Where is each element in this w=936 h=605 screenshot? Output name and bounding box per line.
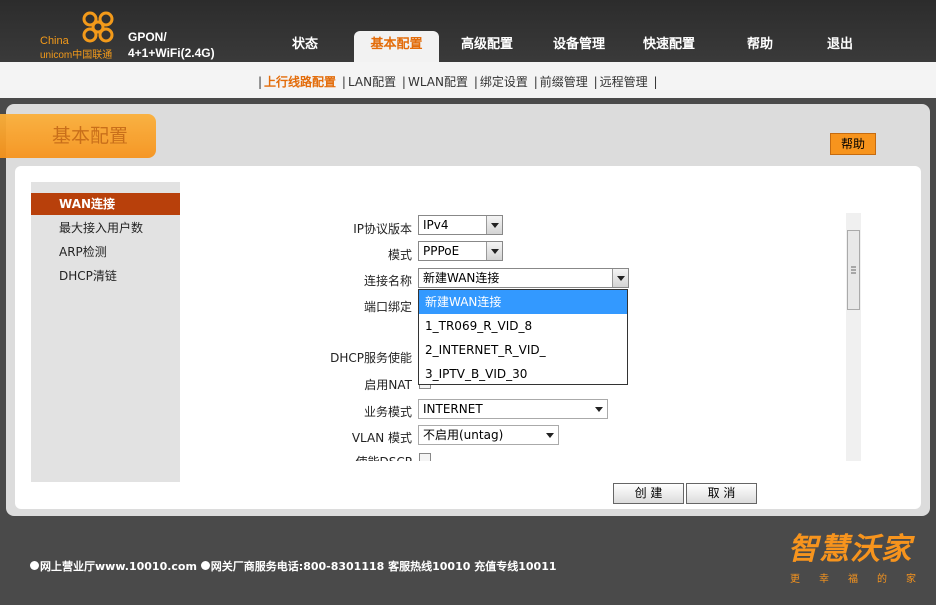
subnav-separator: | <box>341 75 346 89</box>
mode-label: 模式 <box>387 248 412 262</box>
connection-name-label: 连接名称 <box>363 274 412 288</box>
nav-help[interactable]: 帮助 <box>740 31 780 62</box>
dropdown-option[interactable]: 1_TR069_R_VID_8 <box>419 314 627 338</box>
dropdown-option[interactable]: 2_INTERNET_R_VID_ <box>419 338 627 362</box>
connection-name-select[interactable]: 新建WAN连接 <box>418 268 629 288</box>
enable-dscp-checkbox[interactable] <box>419 453 431 461</box>
nav-basic-config[interactable]: 基本配置 <box>354 31 439 62</box>
nav-device-management[interactable]: 设备管理 <box>544 31 614 62</box>
subnav-separator: | <box>401 75 406 89</box>
bullet-icon <box>30 561 39 570</box>
unicom-logo: China unicom中国联通 <box>38 8 122 61</box>
port-binding-label: 端口绑定 <box>363 300 412 314</box>
service-mode-value: INTERNET <box>423 402 483 416</box>
unicom-knot-icon <box>82 11 114 43</box>
dropdown-option[interactable]: 3_IPTV_B_VID_30 <box>419 362 627 386</box>
footer-info: 网上营业厅www.10010.com 网关厂商服务电话:800-8301118 … <box>30 558 557 574</box>
enable-dscp-label: 使能DSCP <box>292 453 412 461</box>
subnav-prefix-management[interactable]: 前缀管理 <box>540 75 588 89</box>
chevron-down-icon[interactable] <box>486 216 502 234</box>
nav-status[interactable]: 状态 <box>280 31 330 62</box>
dhcp-server-label: DHCP服务使能 <box>330 351 412 365</box>
nav-quick-config[interactable]: 快速配置 <box>634 31 704 62</box>
brand-logo: 智慧沃家 更幸福的家 <box>786 524 924 590</box>
logo-unicom-text: unicom中国联通 <box>40 50 113 61</box>
menu-wan-connection[interactable]: WAN连接 <box>31 193 180 215</box>
product-line1: GPON/ <box>128 30 167 44</box>
vlan-mode-label: VLAN 模式 <box>351 431 412 445</box>
connection-name-value: 新建WAN连接 <box>423 271 500 285</box>
mode-value: PPPoE <box>423 244 460 258</box>
subnav-remote-management[interactable]: 远程管理 <box>600 75 648 89</box>
nav-logout[interactable]: 退出 <box>820 31 860 62</box>
ip-version-label: IP协议版本 <box>353 222 412 236</box>
subnav-separator: | <box>593 75 598 89</box>
left-menu: WAN连接 最大接入用户数 ARP检测 DHCP清链 <box>31 182 180 482</box>
vlan-mode-value: 不启用(untag) <box>423 428 504 442</box>
scroll-thumb[interactable] <box>847 230 860 310</box>
subnav-separator: | <box>473 75 478 89</box>
help-button[interactable]: 帮助 <box>830 133 876 155</box>
connection-name-dropdown: 新建WAN连接 1_TR069_R_VID_8 2_INTERNET_R_VID… <box>418 289 628 385</box>
subnav-lan-config[interactable]: LAN配置 <box>348 75 396 89</box>
ip-version-select[interactable]: IPv4 <box>418 215 503 235</box>
cancel-button[interactable]: 取 消 <box>686 483 757 504</box>
subnav-binding-settings[interactable]: 绑定设置 <box>480 75 528 89</box>
service-mode-select[interactable]: INTERNET <box>418 399 608 419</box>
nav-advanced-config[interactable]: 高级配置 <box>452 31 522 62</box>
sub-nav: | 上行线路配置 | LAN配置 | WLAN配置 | 绑定设置 | 前缀管理 | 远程管理… <box>0 62 936 98</box>
ip-version-value: IPv4 <box>423 218 449 232</box>
create-button[interactable]: 创 建 <box>613 483 684 504</box>
subnav-uplink-config[interactable]: 上行线路配置 <box>264 75 336 89</box>
grip-icon <box>851 266 856 274</box>
vertical-scrollbar[interactable] <box>846 213 861 461</box>
footer-hotlines: 网关厂商服务电话:800-8301118 客服热线10010 充值专线10011 <box>210 560 557 573</box>
brand-name: 智慧沃家 <box>788 532 912 567</box>
service-mode-label: 业务模式 <box>363 405 412 419</box>
top-header: China unicom中国联通 GPON/ 4+1+WiFi(2.4G) 状态… <box>0 0 936 62</box>
menu-dhcp-clear[interactable]: DHCP清链 <box>31 265 180 287</box>
dropdown-option[interactable]: 新建WAN连接 <box>419 290 627 314</box>
subnav-separator: | <box>653 75 658 89</box>
vlan-mode-select[interactable]: 不启用(untag) <box>418 425 559 445</box>
subnav-wlan-config[interactable]: WLAN配置 <box>408 75 468 89</box>
mode-select[interactable]: PPPoE <box>418 241 503 261</box>
chevron-down-icon[interactable] <box>612 269 628 287</box>
dscp-row-clip: 使能DSCP <box>292 452 432 461</box>
menu-max-users[interactable]: 最大接入用户数 <box>31 217 180 239</box>
subnav-separator: | <box>258 75 263 89</box>
menu-arp-detection[interactable]: ARP检测 <box>31 241 180 263</box>
product-line2: 4+1+WiFi(2.4G) <box>128 46 215 60</box>
subnav-separator: | <box>533 75 538 89</box>
brand-slogan: 更幸福的家 <box>790 574 935 585</box>
bullet-icon <box>200 561 210 570</box>
footer-website: 网上营业厅www.10010.com <box>40 560 197 573</box>
chevron-down-icon[interactable] <box>486 242 502 260</box>
section-title: 基本配置 <box>0 114 156 158</box>
product-name: GPON/ 4+1+WiFi(2.4G) <box>128 29 215 61</box>
enable-nat-label: 启用NAT <box>364 378 412 392</box>
